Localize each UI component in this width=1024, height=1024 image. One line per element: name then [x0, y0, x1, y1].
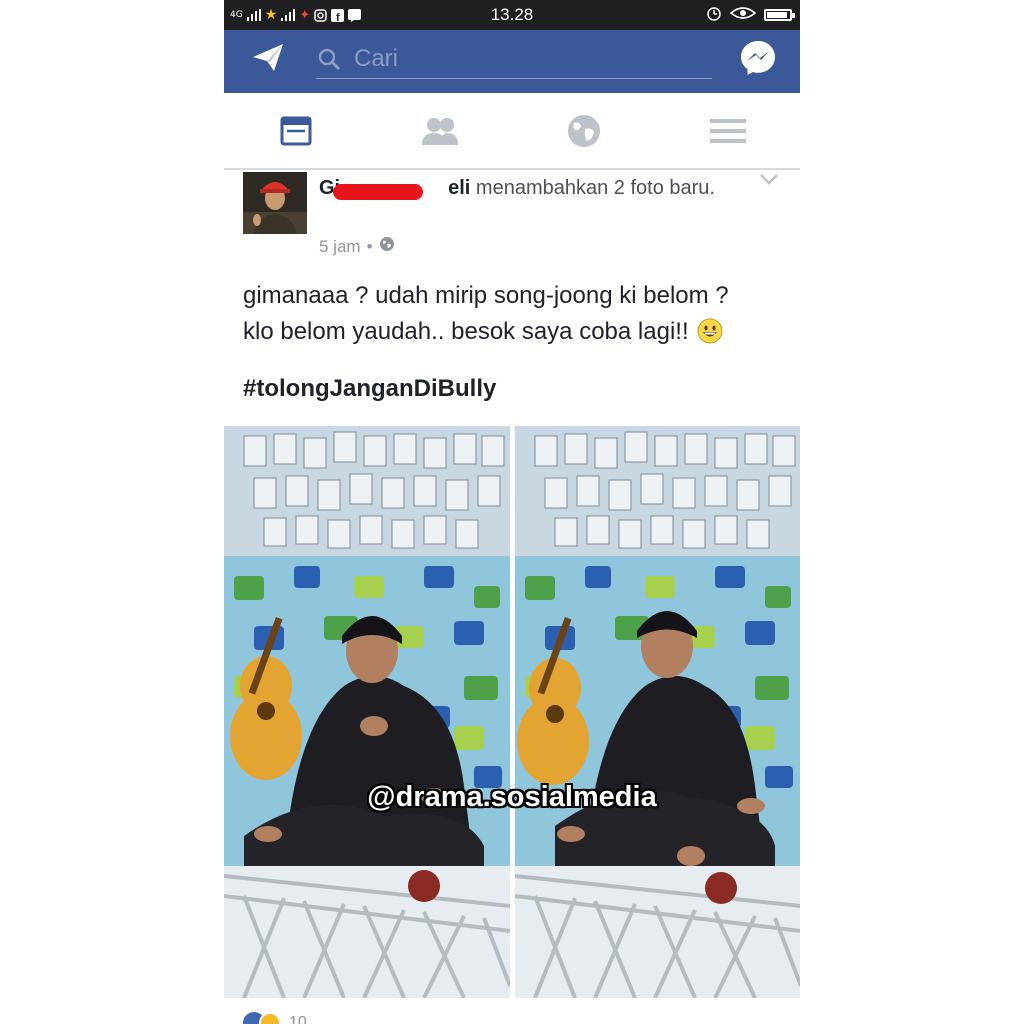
redaction-mark — [333, 184, 423, 200]
search-input[interactable] — [354, 44, 694, 74]
tab-news-feed[interactable] — [224, 93, 368, 168]
send-icon[interactable] — [250, 40, 286, 76]
watermark-text: @drama.sosialmedia — [367, 781, 657, 813]
post-time[interactable]: 5 jam — [319, 237, 361, 257]
status-icons-right — [706, 5, 795, 26]
feed-post: Gi eli menambahkan 2 foto baru. 5 jam • g… — [224, 170, 800, 1024]
facebook-app-screen: 4G ★ ✦ f 13.28 Cari Gi eli menambahkan 2… — [224, 0, 800, 1024]
post-photo-2[interactable] — [514, 426, 800, 998]
author-name[interactable]: Gi eli — [319, 177, 471, 200]
friends-icon — [422, 117, 458, 145]
post-text-line-2: klo belom yaudah.. besok saya coba lagi!… — [243, 314, 783, 350]
post-text-line-2-content: klo belom yaudah.. besok saya coba lagi!… — [243, 318, 689, 345]
post-header: Gi eli menambahkan 2 foto baru. — [319, 174, 749, 202]
post-text: gimanaaa ? udah mirip song-joong ki belo… — [243, 278, 783, 350]
tab-bar — [224, 93, 800, 170]
post-text-line-1: gimanaaa ? udah mirip song-joong ki belo… — [243, 282, 729, 309]
tab-friends[interactable] — [368, 93, 512, 168]
messenger-icon[interactable] — [738, 38, 778, 78]
alarm-icon — [706, 5, 722, 26]
status-bar: 4G ★ ✦ f 13.28 — [224, 0, 800, 30]
meta-separator: • — [366, 236, 373, 256]
search-icon — [318, 48, 340, 70]
post-photo-1[interactable] — [224, 426, 510, 998]
globe-icon — [568, 114, 600, 147]
post-action: menambahkan 2 foto baru. — [470, 177, 715, 199]
chevron-down-icon[interactable] — [758, 172, 780, 186]
newsfeed-icon — [280, 116, 312, 145]
post-meta: 5 jam • — [319, 236, 395, 257]
grinning-emoji-icon — [697, 318, 723, 344]
eye-comfort-icon — [729, 6, 757, 25]
menu-icon — [710, 118, 746, 143]
battery-icon — [764, 9, 795, 21]
reaction-summary[interactable]: 10 — [243, 1012, 307, 1024]
haha-reaction-icon — [259, 1012, 281, 1024]
search-bar[interactable] — [316, 40, 712, 79]
top-navbar — [224, 30, 800, 93]
avatar[interactable] — [243, 172, 307, 234]
globe-icon — [379, 236, 395, 257]
photo-grid: @drama.sosialmedia — [224, 426, 800, 998]
hashtag-link[interactable]: #tolongJanganDiBully — [243, 375, 496, 403]
tab-menu[interactable] — [656, 93, 800, 168]
reaction-count: 10 — [289, 1014, 307, 1024]
tab-notifications[interactable] — [512, 93, 656, 168]
battery-level — [767, 12, 787, 18]
author-name-end: eli — [448, 177, 471, 199]
